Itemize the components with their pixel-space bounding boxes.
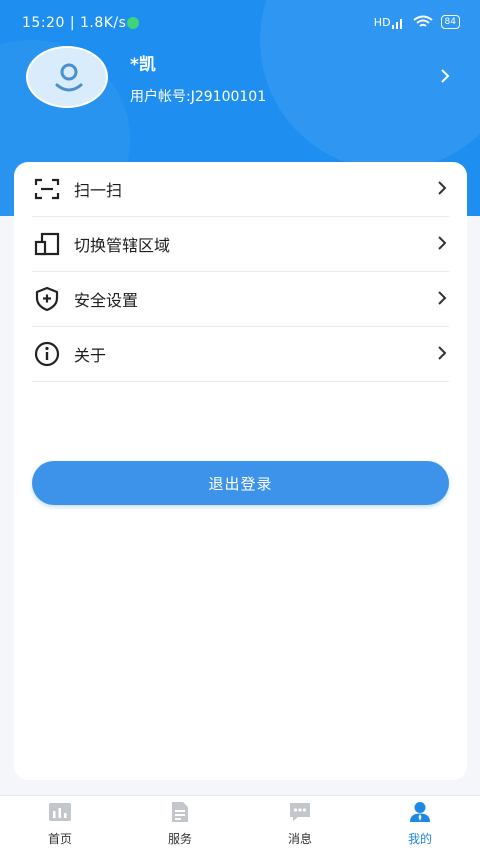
avatar[interactable]: [26, 46, 108, 108]
status-time: 15:20 | 1.8K/s: [22, 15, 126, 31]
status-bar: 15:20 | 1.8K/s HD 84: [0, 0, 480, 46]
menu-item-about[interactable]: 关于: [32, 327, 449, 382]
info-icon: [32, 339, 62, 369]
person-icon: [409, 801, 431, 823]
hd-signal-icon: HD: [374, 16, 405, 29]
tab-label: 首页: [47, 832, 72, 846]
menu-item-switch-area[interactable]: 切换管辖区域: [32, 217, 449, 272]
menu-item-label: 扫一扫: [74, 181, 123, 200]
chevron-right-icon[interactable]: [440, 68, 450, 84]
switch-area-icon: [32, 229, 62, 259]
settings-menu: 扫一扫 切换管辖区域 安全设置 关于: [32, 162, 449, 382]
chat-icon: [288, 801, 312, 823]
chevron-right-icon: [438, 236, 447, 250]
tab-mine[interactable]: 我的: [360, 796, 480, 853]
menu-item-label: 切换管辖区域: [74, 236, 171, 255]
chevron-right-icon: [438, 291, 447, 305]
menu-item-label: 安全设置: [74, 291, 139, 310]
logout-button[interactable]: 退出登录: [32, 461, 449, 505]
tab-services[interactable]: 服务: [120, 796, 240, 853]
account-id: 用户帐号:J29100101: [130, 89, 267, 105]
clock-text: 15:20: [22, 15, 65, 31]
notification-dot-icon: [127, 17, 139, 29]
avatar-face-icon: [55, 63, 83, 92]
tab-home[interactable]: 首页: [0, 796, 120, 853]
network-speed: 1.8K/s: [79, 15, 127, 31]
document-icon: [170, 801, 190, 823]
menu-item-scan[interactable]: 扫一扫: [32, 162, 449, 217]
wifi-icon: [412, 15, 433, 27]
menu-item-label: 关于: [74, 346, 107, 365]
chevron-right-icon: [438, 346, 447, 360]
tab-label: 服务: [167, 832, 192, 846]
tab-label: 我的: [407, 832, 432, 846]
profile-summary[interactable]: *凯 用户帐号:J29100101: [0, 46, 480, 126]
separator: |: [69, 15, 80, 31]
tab-label: 消息: [287, 832, 312, 846]
shield-plus-icon: [32, 284, 62, 314]
home-chart-icon: [48, 801, 72, 823]
battery-icon: 84: [440, 15, 460, 29]
chevron-right-icon: [438, 181, 447, 195]
bottom-tab-bar: 首页 服务 消息 我的: [0, 795, 480, 853]
hd-label: HD: [373, 15, 391, 29]
menu-item-security[interactable]: 安全设置: [32, 272, 449, 327]
tab-messages[interactable]: 消息: [240, 796, 360, 853]
username: *凯: [130, 55, 156, 75]
settings-card: 扫一扫 切换管辖区域 安全设置 关于 退出登录: [14, 162, 467, 780]
scan-icon: [32, 174, 62, 204]
status-indicators: HD 84: [374, 15, 460, 29]
